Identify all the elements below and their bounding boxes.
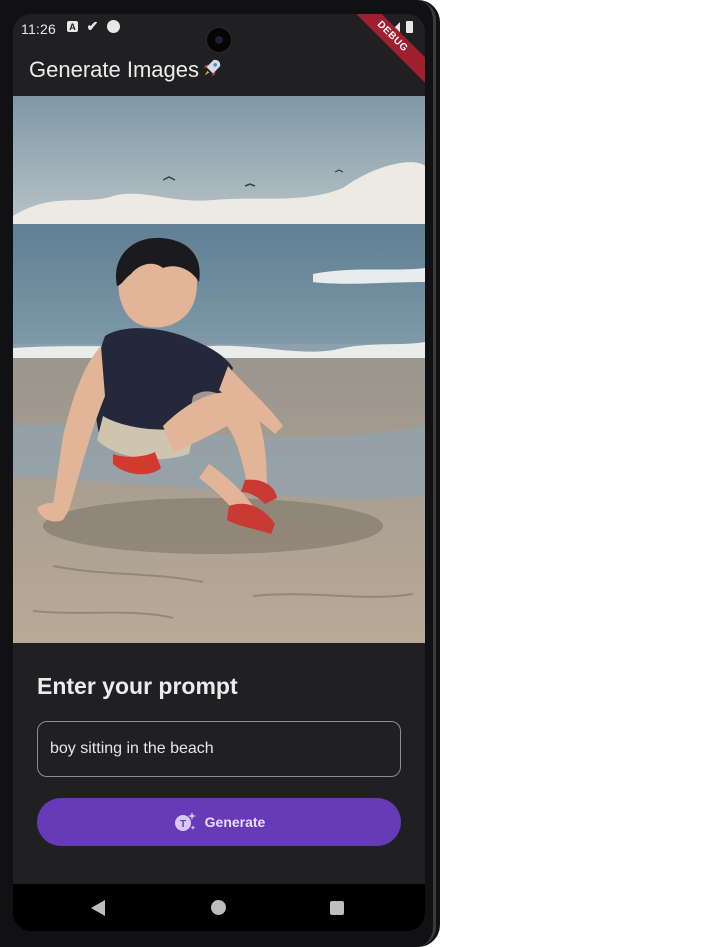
download-done-icon: ✔ (86, 18, 99, 34)
app-title-text: Generate Images (29, 57, 199, 82)
battery-icon (406, 21, 413, 33)
prompt-input[interactable] (37, 721, 401, 777)
home-icon[interactable] (211, 900, 226, 915)
app-title: Generate Images (29, 57, 223, 83)
status-time: 11:26 (21, 21, 56, 37)
status-bar: 11:26 A ✔ DEBUG (13, 14, 425, 83)
text-sparkle-icon: T (174, 812, 196, 831)
notification-a-icon: A (67, 21, 78, 32)
notification-icons: A ✔ (67, 18, 120, 34)
system-nav-bar (13, 884, 425, 931)
recents-icon[interactable] (330, 901, 344, 915)
app-notification-icon (107, 20, 120, 33)
rocket-icon (203, 59, 221, 77)
app-bar: Generate Images (13, 44, 425, 96)
generated-image (13, 96, 425, 643)
prompt-section: Enter your prompt T Generate (13, 643, 425, 884)
svg-text:T: T (180, 819, 186, 830)
generate-button-label: Generate (204, 814, 266, 830)
back-icon[interactable] (91, 900, 105, 916)
generated-image-boy-on-beach (13, 96, 425, 643)
phone-screen: 11:26 A ✔ DEBUG Generate Images Enter yo… (13, 14, 425, 931)
prompt-heading: Enter your prompt (37, 673, 238, 699)
generate-button[interactable]: T Generate (37, 798, 401, 846)
phone-frame: 11:26 A ✔ DEBUG Generate Images Enter yo… (0, 0, 440, 947)
